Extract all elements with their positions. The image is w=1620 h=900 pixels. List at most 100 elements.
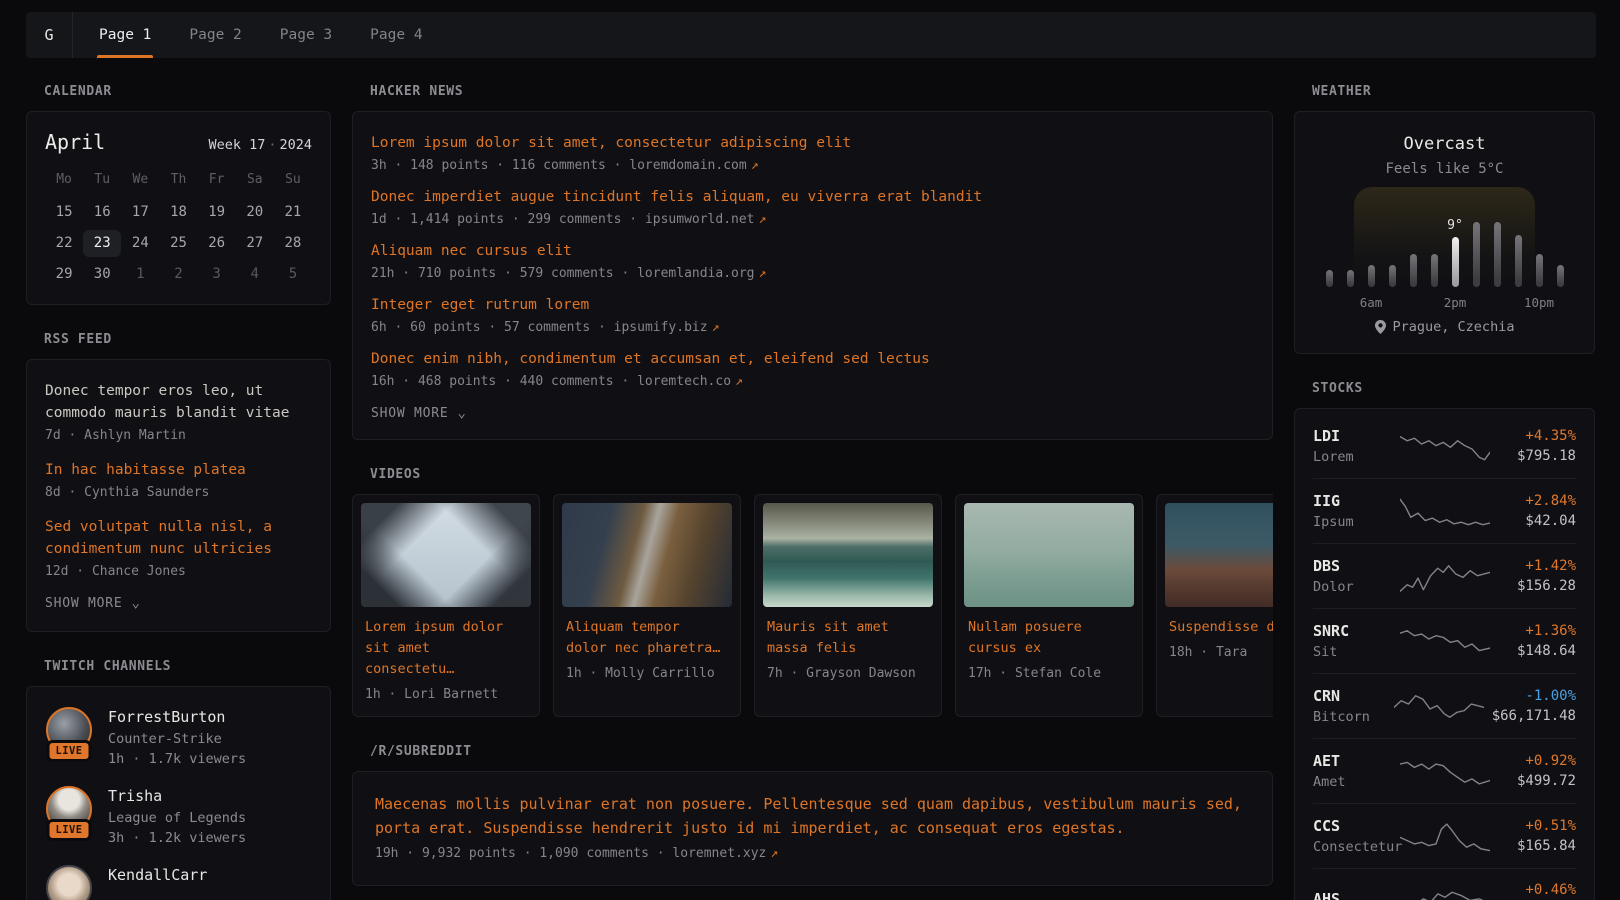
hackernews-item: Integer eget rutrum lorem 6h · 60 points… bbox=[371, 294, 1254, 335]
stock-name: Ipsum bbox=[1313, 514, 1392, 530]
calendar-days-grid: 15 16 17 18 19 20 21 22 bbox=[45, 199, 312, 288]
video-thumbnail bbox=[361, 503, 531, 607]
stock-values: +1.42% $156.28 bbox=[1498, 558, 1577, 595]
stock-row[interactable]: AET Amet +0.92% $499.72 bbox=[1313, 738, 1576, 803]
stock-row[interactable]: CRN Bitcorn -1.00% $66,171.48 bbox=[1313, 673, 1576, 738]
source-link[interactable]: ipsumify.biz↗ bbox=[614, 320, 720, 335]
hackernews-item-title[interactable]: Lorem ipsum dolor sit amet, consectetur … bbox=[371, 132, 1254, 154]
calendar-weekday-label: We bbox=[121, 172, 159, 195]
video-card[interactable]: Lorem ipsum dolor sit amet consectetu… 1… bbox=[352, 494, 540, 717]
hackernews-item-title[interactable]: Integer eget rutrum lorem bbox=[371, 294, 1254, 316]
video-card[interactable]: Suspendisse diam 18h · Tara bbox=[1156, 494, 1273, 717]
weather-hour-column: 10pm bbox=[1535, 201, 1543, 287]
stock-change: +2.84% bbox=[1498, 493, 1577, 509]
rss-item-title[interactable]: In hac habitasse platea bbox=[45, 459, 312, 481]
source-link[interactable]: loremnet.xyz↗ bbox=[672, 846, 778, 861]
twitch-channel-row[interactable]: LIVE KendallCarr bbox=[45, 865, 312, 900]
stock-values: +0.92% $499.72 bbox=[1498, 753, 1577, 790]
calendar-day: 24 bbox=[121, 230, 159, 257]
weather-section-title: WEATHER bbox=[1312, 84, 1595, 99]
weather-temp-bar bbox=[1494, 222, 1501, 287]
calendar-card: April Week 17·2024 MoTuWeThFrSaSu 15 16 … bbox=[26, 111, 331, 305]
twitch-channel-name: Trisha bbox=[108, 787, 246, 805]
twitch-channel-game: Counter-Strike bbox=[108, 731, 246, 747]
hackernews-widget: HACKER NEWS Lorem ipsum dolor sit amet, … bbox=[352, 84, 1273, 440]
calendar-day: 17 bbox=[121, 199, 159, 226]
source-domain: loremdomain.com bbox=[629, 158, 746, 173]
weather-hour-column bbox=[1493, 201, 1501, 287]
twitch-channel-meta: 1h · 1.7k viewers bbox=[108, 751, 246, 767]
stock-name: Dolor bbox=[1313, 579, 1392, 595]
subreddit-section-title: /R/SUBREDDIT bbox=[370, 744, 1273, 759]
page-tab[interactable]: Page 2 bbox=[189, 12, 241, 58]
page-tab[interactable]: Page 4 bbox=[370, 12, 422, 58]
stock-row[interactable]: IIG Ipsum +2.84% $42.04 bbox=[1313, 478, 1576, 543]
stock-sparkline-path bbox=[1400, 892, 1490, 900]
calendar-day: 30 bbox=[83, 261, 121, 288]
rss-item-title[interactable]: Sed volutpat nulla nisl, a condimentum n… bbox=[45, 516, 312, 560]
video-meta: 7h · Grayson Dawson bbox=[767, 666, 929, 681]
hackernews-item-title[interactable]: Donec enim nibh, condimentum et accumsan… bbox=[371, 348, 1254, 370]
stock-sparkline-path bbox=[1394, 695, 1484, 716]
weather-hour-column: 9° 2pm bbox=[1451, 201, 1459, 287]
twitch-channel-name: KendallCarr bbox=[108, 866, 207, 884]
twitch-channel-info: ForrestBurton Counter-Strike 1h · 1.7k v… bbox=[108, 707, 246, 767]
stock-row[interactable]: LDI Lorem +4.35% $795.18 bbox=[1313, 414, 1576, 478]
hackernews-show-more-button[interactable]: SHOW MORE ⌄ bbox=[371, 405, 467, 421]
twitch-channel-row[interactable]: LIVE ForrestBurton Counter-Strike 1h · 1… bbox=[45, 707, 312, 767]
source-domain: ipsumify.biz bbox=[614, 320, 708, 335]
source-link[interactable]: loremdomain.com↗ bbox=[629, 158, 758, 173]
stock-symbol: CCS bbox=[1313, 817, 1392, 835]
stock-values: -1.00% $66,171.48 bbox=[1492, 688, 1576, 725]
calendar-day: 16 bbox=[83, 199, 121, 226]
stock-change: +0.51% bbox=[1498, 818, 1577, 834]
twitch-channel-row[interactable]: LIVE Trisha League of Legends 3h · 1.2k … bbox=[45, 786, 312, 846]
rss-show-more-button[interactable]: SHOW MORE ⌄ bbox=[45, 595, 141, 611]
weather-temp-bar bbox=[1347, 270, 1354, 287]
stock-row[interactable]: DBS Dolor +1.42% $156.28 bbox=[1313, 543, 1576, 608]
show-more-label: SHOW MORE bbox=[45, 596, 122, 611]
hackernews-item: Donec enim nibh, condimentum et accumsan… bbox=[371, 348, 1254, 389]
weather-time-label: 2pm bbox=[1444, 295, 1467, 310]
stock-sparkline-path bbox=[1400, 824, 1490, 850]
weather-temp-label: 9° bbox=[1447, 218, 1463, 233]
video-card[interactable]: Mauris sit amet massa felis 7h · Grayson… bbox=[754, 494, 942, 717]
stock-sparkline-path bbox=[1400, 565, 1490, 591]
stock-identity: CRN Bitcorn bbox=[1313, 687, 1386, 725]
external-link-icon: ↗ bbox=[755, 212, 767, 227]
subreddit-card: Maecenas mollis pulvinar erat non posuer… bbox=[352, 771, 1273, 887]
source-link[interactable]: loremtech.co↗ bbox=[637, 374, 743, 389]
video-title: Nullam posuere cursus ex bbox=[968, 617, 1130, 659]
stock-row[interactable]: AHS +0.46% bbox=[1313, 868, 1576, 900]
subreddit-post-title[interactable]: Maecenas mollis pulvinar erat non posuer… bbox=[375, 792, 1250, 841]
calendar-day: 23 bbox=[83, 230, 121, 257]
videos-row: Lorem ipsum dolor sit amet consectetu… 1… bbox=[352, 494, 1273, 717]
twitch-avatar-wrap: LIVE bbox=[45, 865, 93, 900]
stock-identity: LDI Lorem bbox=[1313, 427, 1392, 465]
source-link[interactable]: ipsumworld.net↗ bbox=[645, 212, 766, 227]
hackernews-item-title[interactable]: Donec imperdiet augue tincidunt felis al… bbox=[371, 186, 1254, 208]
calendar-weekday-label: Sa bbox=[236, 172, 274, 195]
calendar-month: April bbox=[45, 130, 105, 154]
source-link[interactable]: loremlandia.org↗ bbox=[637, 266, 766, 281]
hackernews-item-meta: 21h · 710 points · 579 comments · loreml… bbox=[371, 266, 1254, 281]
stock-price: $148.64 bbox=[1498, 643, 1577, 660]
dashboard-grid: CALENDAR April Week 17·2024 MoTuWeThFrSa… bbox=[0, 58, 1620, 900]
hackernews-item-title[interactable]: Aliquam nec cursus elit bbox=[371, 240, 1254, 262]
page-tab[interactable]: Page 1 bbox=[99, 12, 151, 58]
page-tab[interactable]: Page 3 bbox=[280, 12, 332, 58]
weather-card: Overcast Feels like 5°C bbox=[1294, 111, 1595, 354]
stock-row[interactable]: CCS Consectetur +0.51% $165.84 bbox=[1313, 803, 1576, 868]
source-domain: loremnet.xyz bbox=[672, 846, 766, 861]
weather-temp-bar bbox=[1431, 254, 1438, 287]
stock-identity: SNRC Sit bbox=[1313, 622, 1392, 660]
rss-item-title[interactable]: Donec tempor eros leo, ut commodo mauris… bbox=[45, 380, 312, 424]
video-card[interactable]: Nullam posuere cursus ex 17h · Stefan Co… bbox=[955, 494, 1143, 717]
stock-name: Lorem bbox=[1313, 449, 1392, 465]
stock-identity: IIG Ipsum bbox=[1313, 492, 1392, 530]
video-card[interactable]: Aliquam tempor dolor nec pharetra… 1h · … bbox=[553, 494, 741, 717]
stock-row[interactable]: SNRC Sit +1.36% $148.64 bbox=[1313, 608, 1576, 673]
calendar-day-headers: MoTuWeThFrSaSu bbox=[45, 172, 312, 195]
twitch-channel-name: ForrestBurton bbox=[108, 708, 246, 726]
hackernews-item-meta: 3h · 148 points · 116 comments · loremdo… bbox=[371, 158, 1254, 173]
